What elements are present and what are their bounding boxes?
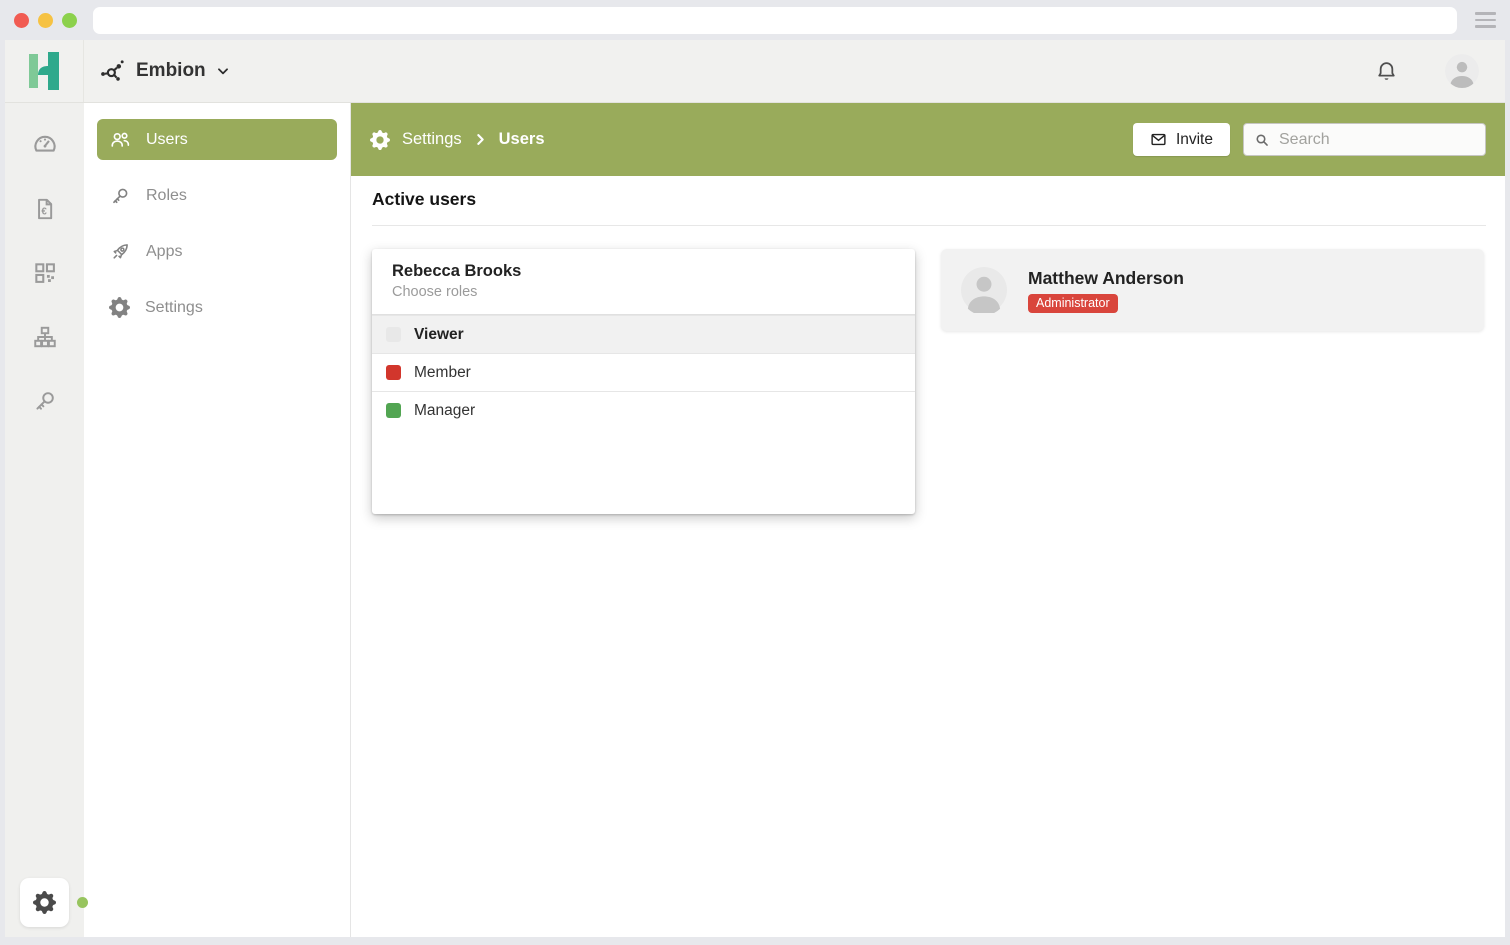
molecule-icon	[99, 58, 126, 85]
role-option-label: Viewer	[414, 326, 464, 344]
page-title: Active users	[372, 189, 1486, 210]
user-avatar[interactable]	[1445, 54, 1479, 88]
maximize-window-button[interactable]	[62, 13, 77, 28]
cards-row: Rebecca Brooks Choose roles Viewer Membe…	[372, 249, 1486, 514]
sidebar-item-label: Roles	[146, 187, 187, 205]
sidebar-item-users[interactable]: Users	[97, 119, 337, 160]
gear-icon	[370, 130, 390, 150]
role-option-member[interactable]: Member	[372, 353, 915, 391]
user-role-badge: Administrator	[1028, 294, 1118, 313]
role-option-manager[interactable]: Manager	[372, 391, 915, 429]
divider	[372, 225, 1486, 226]
chevron-right-icon	[474, 133, 487, 146]
page-content: Active users Rebecca Brooks Choose roles…	[351, 176, 1505, 514]
invite-button[interactable]: Invite	[1133, 123, 1230, 156]
rocket-icon	[109, 241, 131, 263]
user-card-avatar	[961, 267, 1007, 313]
app-logo[interactable]	[5, 40, 84, 102]
icon-rail: €	[5, 103, 84, 937]
role-color-swatch	[386, 365, 401, 380]
user-card[interactable]: Matthew Anderson Administrator	[941, 249, 1484, 331]
role-option-viewer[interactable]: Viewer	[372, 315, 915, 353]
sidebar-item-label: Users	[146, 131, 188, 149]
organization-name: Embion	[136, 60, 206, 82]
header-actions	[1374, 54, 1505, 88]
status-dot	[77, 897, 88, 908]
invite-button-label: Invite	[1176, 131, 1213, 149]
browser-chrome	[0, 0, 1510, 40]
settings-sidenav: Users Roles	[84, 103, 351, 937]
role-dropdown-header: Rebecca Brooks Choose roles	[372, 249, 915, 315]
sidebar-item-roles[interactable]: Roles	[97, 175, 337, 216]
role-color-swatch	[386, 327, 401, 342]
gear-icon	[33, 891, 56, 914]
role-dropdown-footer	[372, 429, 915, 514]
user-card-info: Matthew Anderson Administrator	[1028, 268, 1184, 313]
breadcrumb-users: Users	[499, 130, 545, 149]
chevron-down-icon	[216, 64, 230, 78]
sidebar-item-label: Settings	[145, 299, 203, 317]
key-icon	[109, 185, 131, 207]
sidebar-item-apps[interactable]: Apps	[97, 231, 337, 272]
breadcrumb-settings[interactable]: Settings	[402, 130, 462, 149]
role-dropdown-subtitle: Choose roles	[392, 284, 895, 300]
rail-settings-button[interactable]	[20, 878, 69, 927]
role-option-label: Manager	[414, 402, 475, 420]
window-controls	[14, 13, 77, 28]
invoice-euro-icon[interactable]: €	[32, 196, 58, 222]
sidebar-item-label: Apps	[146, 243, 182, 261]
app-body: €	[5, 103, 1505, 937]
minimize-window-button[interactable]	[38, 13, 53, 28]
page-toolbar: Settings Users Invite	[351, 103, 1505, 176]
url-bar[interactable]	[93, 7, 1457, 34]
sitemap-icon[interactable]	[32, 324, 58, 350]
notifications-bell-icon[interactable]	[1374, 59, 1399, 84]
svg-text:€: €	[41, 207, 47, 218]
access-key-icon[interactable]	[32, 388, 58, 414]
gear-icon	[109, 297, 130, 318]
dashboard-gauge-icon[interactable]	[31, 130, 59, 158]
role-color-swatch	[386, 403, 401, 418]
logo-h-icon	[26, 51, 62, 91]
role-user-name: Rebecca Brooks	[392, 262, 895, 281]
close-window-button[interactable]	[14, 13, 29, 28]
app-header: Embion	[5, 40, 1505, 103]
breadcrumb: Settings Users	[370, 130, 545, 150]
app-window: Embion	[5, 40, 1505, 937]
user-card-name: Matthew Anderson	[1028, 268, 1184, 289]
apps-grid-icon[interactable]	[32, 260, 58, 286]
search-box	[1243, 123, 1486, 156]
main-panel: Settings Users Invite	[351, 103, 1505, 937]
search-input[interactable]	[1279, 131, 1486, 149]
search-icon	[1254, 132, 1270, 148]
role-dropdown-card: Rebecca Brooks Choose roles Viewer Membe…	[372, 249, 915, 514]
sidebar-item-settings[interactable]: Settings	[97, 287, 337, 328]
browser-menu-icon[interactable]	[1475, 12, 1496, 28]
users-icon	[109, 129, 131, 151]
envelope-icon	[1150, 131, 1167, 148]
role-option-label: Member	[414, 364, 471, 382]
organization-switcher[interactable]: Embion	[99, 58, 230, 85]
